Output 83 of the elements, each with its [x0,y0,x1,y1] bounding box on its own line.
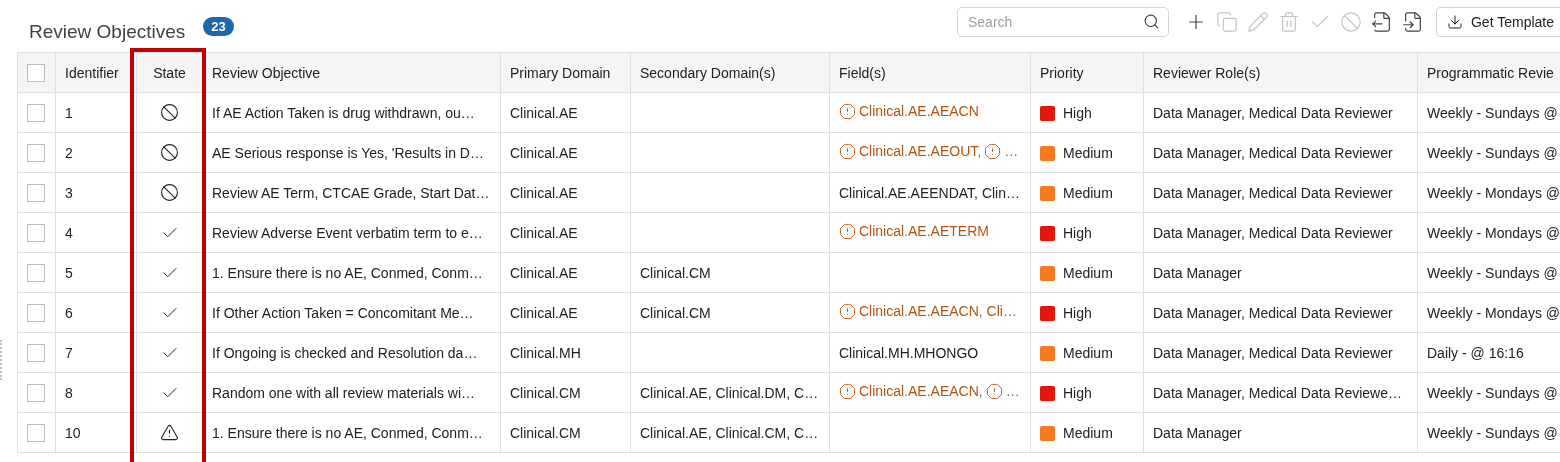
column-header[interactable]: Reviewer Role(s) [1143,52,1418,93]
alert-icon [839,302,856,320]
search-field[interactable]: Search [957,7,1169,37]
page-title: Review Objectives [29,21,186,43]
table-cell: 6 [55,292,137,333]
field-name: … [1005,383,1020,399]
row-checkbox[interactable] [27,223,45,242]
table-cell: Data Manager, Medical Data Reviewer [1143,92,1418,133]
resize-handle[interactable] [0,340,5,380]
table-cell: Clinical.AE [500,212,631,253]
priority-label: High [1063,305,1092,322]
priority-label: Medium [1063,345,1113,362]
alert-icon [984,142,1002,160]
field-name: Clinical.AE.AEACN [859,103,979,119]
row-checkbox[interactable] [27,423,45,442]
priority-label: Medium [1063,185,1113,202]
alert-icon [839,222,856,240]
column-header[interactable]: Priority [1030,52,1144,93]
row-checkbox[interactable] [27,303,45,322]
table-cell: Data Manager, Medical Data Reviewer [1143,292,1418,333]
file-import-icon[interactable] [1402,11,1424,33]
table-cell: Clinical.CM [500,372,631,413]
file-export-icon[interactable] [1371,11,1393,33]
table-cell: 4 [55,212,137,253]
column-header[interactable]: Identifier [55,52,137,93]
table-cell: Data Manager, Medical Data Reviewer [1143,332,1418,373]
row-checkbox[interactable] [27,143,45,162]
row-checkbox[interactable] [27,103,45,122]
priority-label: High [1063,385,1092,402]
row-checkbox[interactable] [27,343,45,362]
table-cell: Data Manager [1143,252,1418,293]
column-header[interactable]: Field(s) [829,52,1031,93]
table-cell: Clinical.AE [500,92,631,133]
alert-icon [839,382,856,400]
table-cell: 5 [55,252,137,293]
table-cell: Clinical.CM [630,292,830,333]
count-badge: 23 [203,16,234,36]
field-name: Clinical.AE.AEACN, Cli… [859,303,1017,319]
column-header[interactable]: State [136,52,203,93]
table-cell: 2 [55,132,137,173]
field-name: Clinical.AE.AEOUT, [859,143,982,159]
field-name: Clinical.MH.MHONGO [839,344,979,361]
priority-label: Medium [1063,265,1113,282]
row-checkbox[interactable] [27,263,45,282]
table-cell: Clinical.MH [500,332,631,373]
table-cell: 8 [55,372,137,413]
table-cell: 3 [55,172,137,213]
table-cell: 1 [55,92,137,133]
alert-icon [839,102,856,120]
table-cell: Clinical.CM [500,412,631,453]
field-name: … [1004,143,1019,159]
column-header[interactable]: Programmatic Revie [1417,52,1560,93]
table-cell: Clinical.AE, Clinical.CM, C… [630,412,830,453]
priority-label: High [1063,105,1092,122]
priority-label: Medium [1063,425,1113,442]
field-name: Clinical.AE.AEENDAT, Clin… [839,184,1020,201]
table-cell: Data Manager, Medical Data Reviewer [1143,172,1418,213]
table-cell: Clinical.CM [630,252,830,293]
table-cell: 10 [55,412,137,453]
field-name: Clinical.AE.AEACN, [859,383,983,399]
row-checkbox[interactable] [27,383,45,402]
table-cell: Clinical.AE [500,292,631,333]
priority-label: High [1063,225,1092,242]
table-cell: Data Manager [1143,412,1418,453]
priority-label: Medium [1063,145,1113,162]
row-checkbox[interactable] [27,183,45,202]
table-cell: Data Manager, Medical Data Reviewer [1143,212,1418,253]
table-cell: 7 [55,332,137,373]
field-name: Clinical.AE.AETERM [859,223,989,239]
select-all-checkbox[interactable] [27,63,45,82]
table-cell: Data Manager, Medical Data Reviewe… [1143,372,1418,413]
alert-icon [985,382,1003,400]
column-header[interactable]: Secondary Domain(s) [630,52,830,93]
get-template-button[interactable]: Get Template [1436,7,1560,37]
table-cell: Clinical.AE [500,132,631,173]
download-icon [1447,14,1463,30]
search-icon[interactable] [1143,13,1160,30]
column-header[interactable]: Primary Domain [500,52,631,93]
table-cell: Data Manager, Medical Data Reviewer [1143,132,1418,173]
table-cell: Clinical.AE [500,252,631,293]
table-cell: Clinical.AE [500,172,631,213]
table-cell: Clinical.AE, Clinical.DM, C… [630,372,830,413]
alert-icon [839,142,856,160]
